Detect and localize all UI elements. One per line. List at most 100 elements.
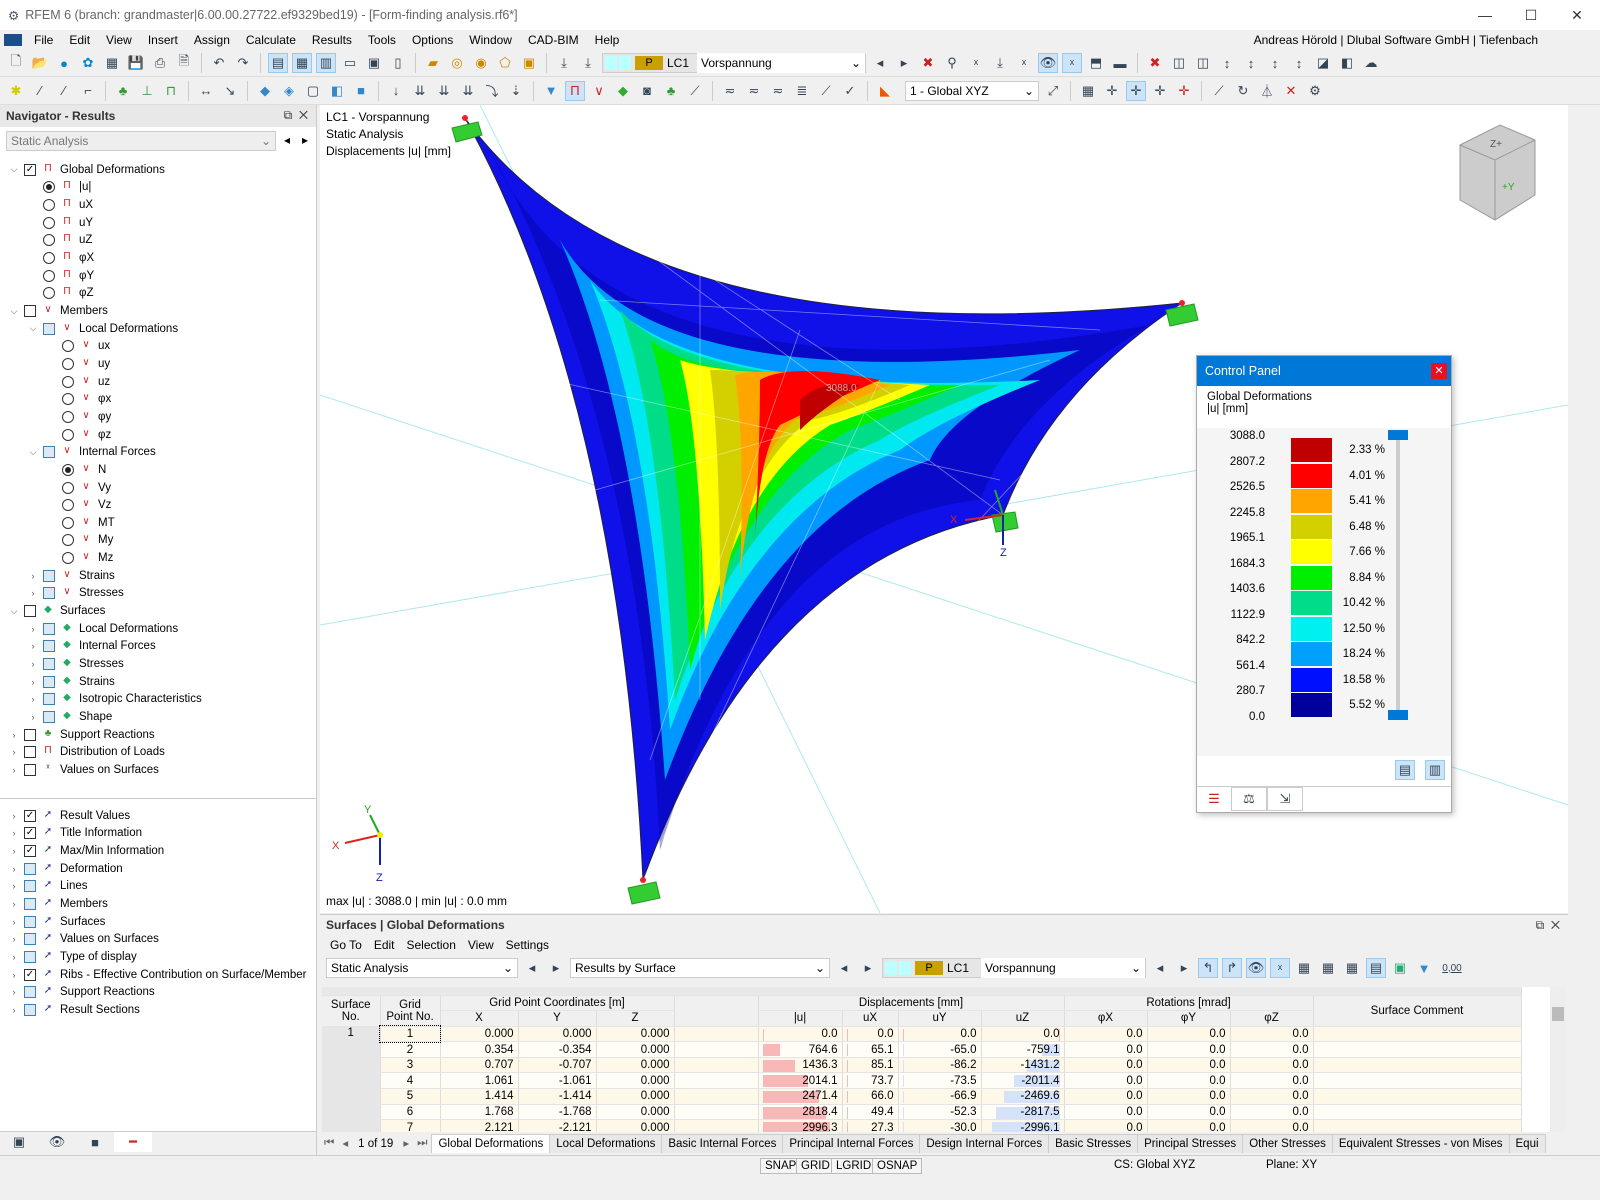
info-icon[interactable]: ▣: [519, 53, 539, 73]
tree-item[interactable]: › ∨ Strains: [27, 567, 115, 585]
grid-point-cell[interactable]: 4: [380, 1072, 441, 1090]
display-item[interactable]: › ➚ Lines: [8, 878, 88, 896]
col-surface-no[interactable]: Surface No.: [322, 995, 381, 1027]
expand-icon[interactable]: ›: [8, 917, 20, 927]
app-menu-icon[interactable]: [4, 34, 22, 46]
tree-item[interactable]: ∨ N: [46, 461, 106, 479]
new-solid-icon[interactable]: ◈: [279, 81, 299, 101]
radio-button[interactable]: [62, 393, 74, 406]
expand-icon[interactable]: ›: [8, 899, 20, 909]
menu-cad-bim[interactable]: CAD-BIM: [520, 33, 587, 47]
surface-results-icon[interactable]: ◆: [613, 81, 633, 101]
expand-icon[interactable]: ›: [8, 811, 20, 821]
table-load-case-dropdown[interactable]: Vorspannung ⌄: [981, 958, 1145, 978]
slider-min-handle[interactable]: [1388, 710, 1408, 720]
checkbox[interactable]: ✓: [24, 827, 36, 840]
table-row[interactable]: 4 1.061 -1.061 0.000 2014.1 73.7 -73.5 -2011.4 0…: [322, 1072, 1522, 1090]
checkbox[interactable]: ✓: [24, 809, 36, 822]
snap-object-icon[interactable]: ✛: [1126, 80, 1146, 101]
settings-icon[interactable]: ⚙: [1305, 81, 1325, 101]
load-case-dropdown[interactable]: Vorspannung ⌄: [697, 53, 865, 73]
list-icon[interactable]: ▯: [388, 53, 408, 73]
checkbox[interactable]: [24, 951, 36, 964]
expand-icon[interactable]: ›: [8, 934, 20, 944]
redo-icon[interactable]: ↷: [233, 53, 253, 73]
new-line-icon[interactable]: ⁄: [30, 81, 50, 101]
radio-button[interactable]: [62, 499, 74, 512]
tab-local-deformations[interactable]: Local Deformations: [549, 1134, 663, 1153]
tree-item[interactable]: ⌵ ◆ Surfaces: [8, 602, 105, 620]
checkbox[interactable]: [43, 587, 55, 600]
collapse-icon[interactable]: ⌵: [27, 447, 39, 458]
expand-icon[interactable]: ›: [8, 1005, 20, 1015]
global-deformation-icon[interactable]: Π: [565, 80, 585, 101]
comment-cell[interactable]: [1313, 1057, 1522, 1074]
checkbox[interactable]: [24, 1003, 36, 1016]
select-target-icon[interactable]: ◉: [471, 53, 491, 73]
table-pin-close[interactable]: ⧉ ✕: [1536, 918, 1560, 933]
table-load-case-selector[interactable]: P LC1 Vorspannung ⌄: [882, 958, 1146, 978]
tree-item[interactable]: ∨ My: [46, 532, 113, 550]
collapse-icon[interactable]: ⌵: [8, 606, 20, 617]
tree-item[interactable]: ∨ Mz: [46, 549, 113, 567]
display-item[interactable]: › ➚ Members: [8, 895, 108, 913]
expand-icon[interactable]: ›: [8, 881, 20, 891]
radio-button[interactable]: [43, 181, 55, 194]
checkbox[interactable]: [43, 322, 55, 335]
col-header[interactable]: φY: [1147, 1010, 1231, 1027]
radio-button[interactable]: [43, 216, 55, 229]
display-item[interactable]: › ➚ Surfaces: [8, 913, 105, 931]
checkbox[interactable]: [24, 746, 36, 759]
next-case-icon[interactable]: ▸: [894, 53, 914, 73]
new-section-icon[interactable]: ◧: [327, 81, 347, 101]
table-menu-goto[interactable]: Go To: [324, 938, 368, 952]
lc-next-icon[interactable]: ▸: [1174, 958, 1194, 978]
show-values-icon[interactable]: ˣ: [1062, 53, 1082, 73]
result-filter-icon[interactable]: ✖: [918, 53, 938, 73]
menu-view[interactable]: View: [98, 33, 140, 47]
display-item[interactable]: › ➚ Values on Surfaces: [8, 931, 159, 949]
table-row[interactable]: 6 1.768 -1.768 0.000 2818.4 49.4 -52.3 -2817.5 0…: [322, 1104, 1522, 1121]
tree-item[interactable]: ∨ uy: [46, 355, 110, 373]
prev-page-icon[interactable]: ◂: [338, 1133, 352, 1153]
tree-item[interactable]: › ◆ Shape: [27, 708, 112, 726]
radio-button[interactable]: [43, 252, 55, 265]
color-scale-icon[interactable]: ◣: [875, 81, 895, 101]
mirror-icon[interactable]: ⏃: [1257, 81, 1277, 101]
snap2-icon[interactable]: ✛: [1150, 81, 1170, 101]
tree-item[interactable]: ΠφX: [27, 249, 94, 267]
col-surface-comment[interactable]: Surface Comment: [1313, 995, 1522, 1027]
tree-item[interactable]: › ♣ Support Reactions: [8, 726, 155, 744]
expand-icon[interactable]: ›: [8, 846, 20, 856]
radio-button[interactable]: [62, 534, 74, 547]
cloud-icon[interactable]: ☁: [1361, 53, 1381, 73]
work-plane-icon[interactable]: ⤢: [1043, 81, 1063, 101]
box-view-icon[interactable]: ◫: [1169, 53, 1189, 73]
nav-views-tab[interactable]: ■: [76, 1132, 114, 1152]
expand-icon[interactable]: ›: [8, 864, 20, 874]
display-item[interactable]: › ➚ Result Sections: [8, 1001, 140, 1019]
col-header[interactable]: X: [440, 1010, 519, 1027]
new-member-icon[interactable]: ⁄: [54, 81, 74, 101]
tab-design-internal-forces[interactable]: Design Internal Forces: [919, 1134, 1050, 1153]
checkbox[interactable]: [43, 658, 55, 671]
delete-icon[interactable]: ✕: [1281, 81, 1301, 101]
table-row[interactable]: 3 0.707 -0.707 0.000 1436.3 85.1 -86.2 -1431.2 0…: [322, 1057, 1522, 1074]
tree-item[interactable]: ∨ ux: [46, 338, 110, 356]
tab-principal-stresses[interactable]: Principal Stresses: [1137, 1134, 1244, 1153]
tree-item[interactable]: ⌵ ∨ Members: [8, 302, 108, 320]
radio-button[interactable]: [43, 199, 55, 212]
box-view2-icon[interactable]: ◫: [1193, 53, 1213, 73]
expand-icon[interactable]: ›: [8, 765, 20, 775]
tree-item[interactable]: › Π Distribution of Loads: [8, 743, 165, 761]
comment-cell[interactable]: [1313, 1041, 1522, 1058]
collapse-icon[interactable]: ⌵: [27, 323, 39, 334]
undo-icon[interactable]: ↶: [209, 53, 229, 73]
radio-button[interactable]: [62, 552, 74, 565]
minimize-button[interactable]: —: [1462, 0, 1508, 30]
comment-cell[interactable]: [1313, 1088, 1522, 1105]
nav-prev-icon[interactable]: ◂: [284, 133, 290, 147]
col-header[interactable]: uX: [842, 1010, 899, 1027]
checkbox[interactable]: [43, 569, 55, 582]
new-polyline-icon[interactable]: ⌐: [78, 81, 98, 101]
